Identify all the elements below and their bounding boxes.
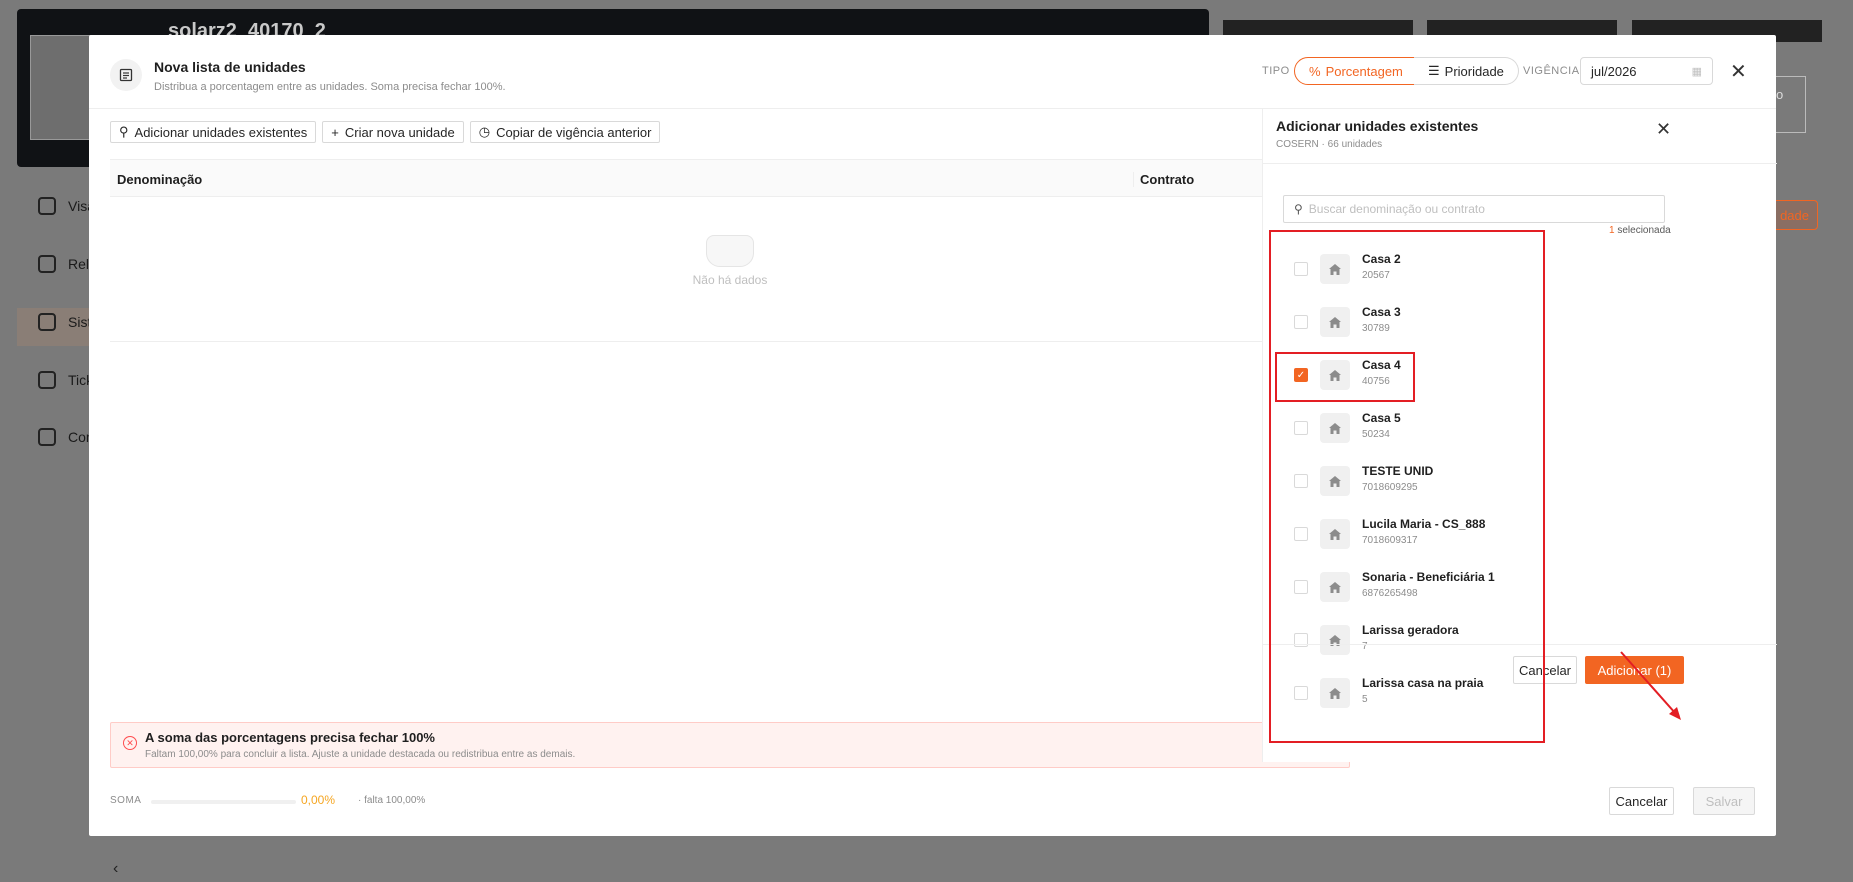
- home-icon: [1320, 413, 1350, 443]
- unit-name: Larissa geradora: [1362, 623, 1459, 637]
- panel-subtitle: COSERN · 66 unidades: [1276, 139, 1383, 150]
- new-unit-list-modal: Nova lista de unidades Distribua a porce…: [89, 35, 1777, 836]
- modal-save-button[interactable]: Salvar: [1693, 787, 1755, 815]
- calendar-icon: ▦: [1691, 65, 1702, 78]
- unit-list-item[interactable]: Lucila Maria - CS_888 7018609317: [1280, 513, 1580, 558]
- unit-search-input[interactable]: ⚲ Buscar denominação ou contrato: [1283, 195, 1665, 223]
- soma-value: 0,00%: [301, 793, 336, 807]
- unit-checkbox[interactable]: [1294, 527, 1308, 541]
- unit-code: 7: [1362, 641, 1368, 652]
- divider: [1263, 644, 1777, 645]
- unit-list-item[interactable]: Casa 3 30789: [1280, 301, 1580, 346]
- home-icon: [1320, 678, 1350, 708]
- alert-title: A soma das porcentagens precisa fechar 1…: [145, 730, 435, 745]
- list-icon: [110, 59, 142, 91]
- background-nav-item: Rela: [38, 255, 97, 273]
- panel-title: Adicionar unidades existentes: [1276, 118, 1479, 134]
- unit-checkbox[interactable]: [1294, 474, 1308, 488]
- home-icon: [1320, 519, 1350, 549]
- unit-checkbox[interactable]: [1294, 580, 1308, 594]
- alert-text: Faltam 100,00% para concluir a lista. Aj…: [145, 749, 576, 760]
- soma-missing: · falta 100,00%: [358, 795, 426, 806]
- search-icon: ⚲: [119, 124, 129, 139]
- modal-subtitle: Distribua a porcentagem entre as unidade…: [154, 81, 506, 93]
- unit-code: 6876265498: [1362, 588, 1418, 599]
- copy-previous-vigencia-button[interactable]: ◷ Copiar de vigência anterior: [469, 121, 661, 143]
- unit-code: 5: [1362, 694, 1368, 705]
- soma-progress-bar: [151, 800, 296, 804]
- unit-list-item[interactable]: TESTE UNID 7018609295: [1280, 460, 1580, 505]
- home-icon: [1320, 625, 1350, 655]
- selected-count: 1 selecionada: [1609, 225, 1671, 236]
- add-existing-units-panel: Adicionar unidades existentes COSERN · 6…: [1262, 109, 1777, 762]
- search-icon: ⚲: [1294, 202, 1303, 216]
- unit-code: 30789: [1362, 323, 1390, 334]
- modal-toolbar: ⚲ Adicionar unidades existentes + Criar no…: [110, 121, 661, 143]
- history-icon: ◷: [478, 124, 491, 139]
- unit-name: Larissa casa na praia: [1362, 676, 1484, 690]
- column-contrato: Contrato: [1133, 172, 1194, 187]
- home-icon: [1320, 307, 1350, 337]
- tipo-label: TIPO: [1262, 65, 1290, 77]
- create-new-unit-button[interactable]: + Criar nova unidade: [322, 121, 464, 143]
- unit-name: TESTE UNID: [1362, 464, 1434, 478]
- percent-icon: %: [1309, 63, 1321, 79]
- plus-icon: +: [331, 124, 339, 140]
- unit-checkbox[interactable]: ✓: [1294, 368, 1308, 382]
- background-nav-item: Visã: [38, 197, 95, 215]
- unit-code: 50234: [1362, 429, 1390, 440]
- unit-name: Casa 3: [1362, 305, 1401, 319]
- unit-name: Casa 2: [1362, 252, 1401, 266]
- units-table-header: Denominação Contrato: [110, 159, 1350, 197]
- unit-checkbox[interactable]: [1294, 315, 1308, 329]
- home-icon: [1320, 466, 1350, 496]
- annotation-arrow: [1620, 651, 1681, 720]
- modal-title: Nova lista de unidades: [154, 59, 306, 75]
- unit-code: 40756: [1362, 376, 1390, 387]
- tipo-priority-option[interactable]: ☰ Prioridade: [1414, 57, 1519, 85]
- tipo-percentage-option[interactable]: % Porcentagem: [1294, 57, 1418, 85]
- unit-checkbox[interactable]: [1294, 262, 1308, 276]
- modal-cancel-button[interactable]: Cancelar: [1609, 787, 1674, 815]
- table-empty-state: Não há dados: [110, 197, 1350, 342]
- check-icon: ✓: [1296, 369, 1306, 381]
- unit-code: 7018609317: [1362, 535, 1418, 546]
- unit-list-item[interactable]: Casa 2 20567: [1280, 248, 1580, 293]
- panel-cancel-button[interactable]: Cancelar: [1513, 656, 1577, 684]
- sum-error-alert: ✕ A soma das porcentagens precisa fechar…: [110, 722, 1350, 768]
- unit-checkbox[interactable]: [1294, 421, 1308, 435]
- unit-list-item[interactable]: ✓ Casa 4 40756: [1280, 354, 1580, 399]
- unit-code: 20567: [1362, 270, 1390, 281]
- unit-name: Sonaria - Beneficiária 1: [1362, 570, 1495, 584]
- chevron-left-icon: ‹: [113, 860, 119, 877]
- priority-list-icon: ☰: [1428, 63, 1440, 78]
- soma-label: SOMA: [110, 795, 142, 806]
- divider: [1263, 163, 1777, 164]
- column-denominacao: Denominação: [117, 172, 203, 187]
- home-icon: [1320, 572, 1350, 602]
- close-icon[interactable]: ✕: [1656, 119, 1671, 140]
- modal-header: Nova lista de unidades Distribua a porce…: [89, 35, 1776, 109]
- add-existing-units-button[interactable]: ⚲ Adicionar unidades existentes: [110, 121, 317, 143]
- unit-name: Casa 5: [1362, 411, 1401, 425]
- empty-inbox-icon: [706, 235, 754, 267]
- background-nav-item: Tick: [38, 371, 93, 389]
- unit-list-item[interactable]: Casa 5 50234: [1280, 407, 1580, 452]
- unit-list-item[interactable]: Sonaria - Beneficiária 1 6876265498: [1280, 566, 1580, 611]
- unit-code: 7018609295: [1362, 482, 1418, 493]
- home-icon: [1320, 254, 1350, 284]
- unit-name: Casa 4: [1362, 358, 1401, 372]
- vigencia-picker[interactable]: jul/2026 ▦: [1580, 57, 1713, 85]
- vigencia-label: VIGÊNCIA: [1523, 65, 1580, 77]
- close-icon[interactable]: ✕: [1730, 59, 1747, 84]
- unit-name: Lucila Maria - CS_888: [1362, 517, 1486, 531]
- error-icon: ✕: [123, 736, 137, 750]
- background-nav-item: Con: [38, 428, 94, 446]
- home-icon: [1320, 360, 1350, 390]
- unit-checkbox[interactable]: [1294, 686, 1308, 700]
